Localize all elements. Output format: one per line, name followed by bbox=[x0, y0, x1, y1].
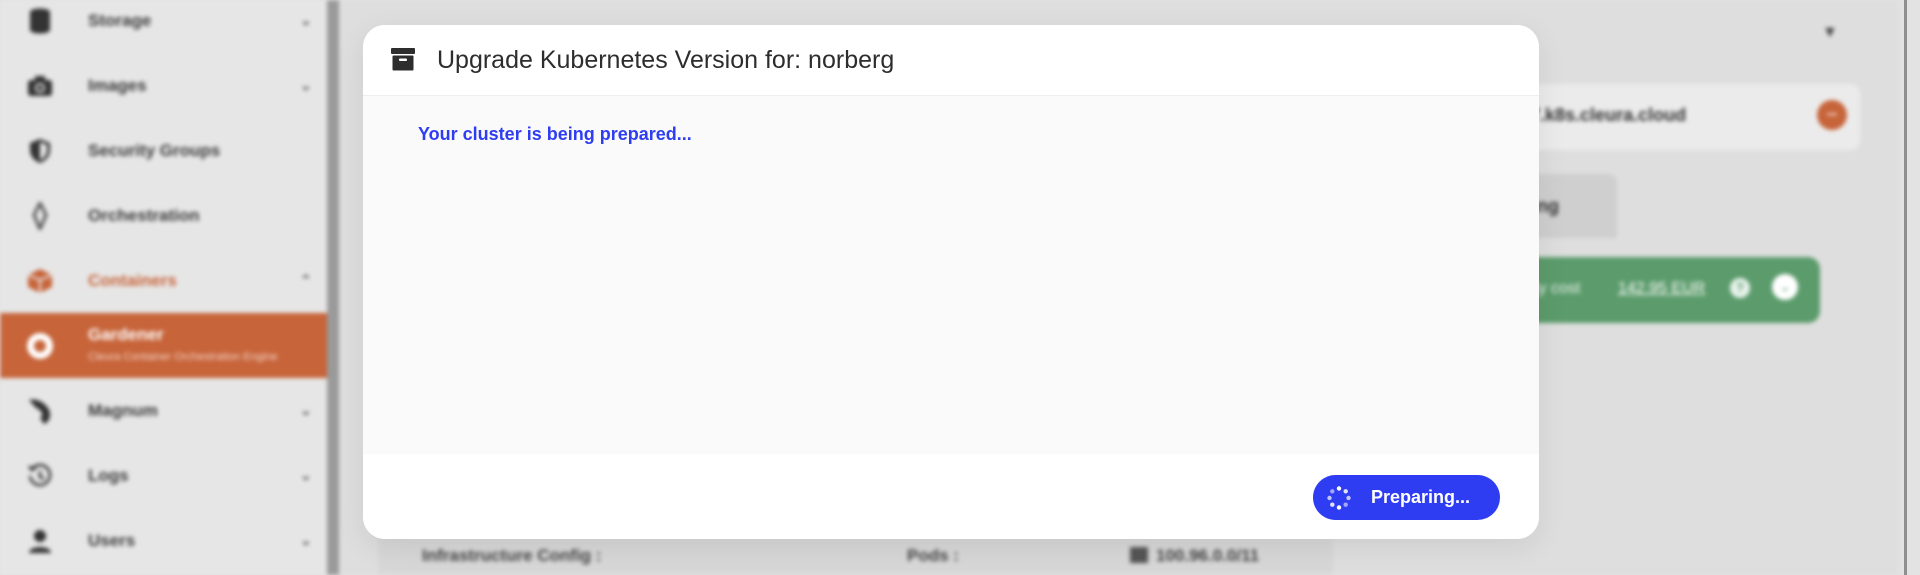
sidebar-item-label: Magnum bbox=[88, 400, 158, 420]
sidebar-item-users[interactable]: Users ⌄ bbox=[0, 508, 327, 573]
modal-body: Your cluster is being prepared... bbox=[363, 96, 1539, 454]
sidebar-item-label: Gardener bbox=[88, 325, 164, 344]
sidebar-item-magnum[interactable]: Magnum ⌄ bbox=[0, 378, 327, 443]
camera-icon bbox=[26, 72, 54, 100]
sidebar-item-label: Storage bbox=[88, 10, 152, 30]
cluster-url[interactable]: 7.k8s.cleura.cloud bbox=[1530, 105, 1686, 126]
sidebar-item-label: Containers bbox=[88, 270, 177, 290]
orchestration-icon bbox=[26, 201, 54, 230]
chevron-down-icon: ⌄ bbox=[300, 467, 312, 483]
pods-cidr-value: 100.96.0.0/11 bbox=[1156, 546, 1260, 565]
magnum-icon bbox=[26, 397, 54, 425]
infrastructure-config-label: Infrastructure Config : bbox=[422, 546, 602, 565]
shield-icon bbox=[26, 137, 54, 165]
remove-icon[interactable]: − bbox=[1817, 100, 1847, 130]
cost-value[interactable]: 142.95 EUR bbox=[1618, 280, 1705, 298]
pods-label: Pods : bbox=[907, 546, 959, 565]
pods-cidr: 100.96.0.0/11 bbox=[1130, 546, 1259, 566]
sidebar-item-logs[interactable]: Logs ⌄ bbox=[0, 443, 327, 508]
sidebar-item-label: Orchestration bbox=[88, 205, 200, 225]
help-icon[interactable]: ? bbox=[1730, 278, 1750, 298]
chevron-down-icon: ⌄ bbox=[300, 12, 312, 28]
spinner-icon bbox=[1327, 486, 1351, 510]
chevron-down-icon: ⌄ bbox=[300, 532, 312, 548]
sidebar-item-containers[interactable]: Containers ⌃ bbox=[0, 248, 327, 313]
sidebar-item-label: Images bbox=[88, 75, 147, 95]
network-icon bbox=[1130, 547, 1148, 563]
chevron-down-icon: ⌄ bbox=[300, 402, 312, 418]
preparing-button-label: Preparing... bbox=[1371, 487, 1471, 507]
modal-title: Upgrade Kubernetes Version for: norberg bbox=[437, 46, 895, 74]
cube-icon bbox=[26, 267, 54, 295]
upgrade-modal: Upgrade Kubernetes Version for: norberg … bbox=[363, 25, 1539, 539]
sidebar-item-label: Logs bbox=[88, 465, 129, 485]
gardener-icon bbox=[26, 332, 54, 360]
modal-footer: Preparing... bbox=[363, 454, 1539, 539]
preparing-button[interactable]: Preparing... bbox=[1313, 475, 1500, 520]
chevron-down-icon: ⌄ bbox=[300, 77, 312, 93]
user-icon bbox=[26, 527, 54, 555]
history-icon bbox=[26, 462, 54, 490]
sidebar-item-security-groups[interactable]: Security Groups bbox=[0, 118, 327, 183]
sidebar-item-orchestration[interactable]: Orchestration bbox=[0, 183, 327, 248]
database-icon bbox=[26, 7, 54, 35]
sidebar-item-sublabel: Cleura Container Orchestration Engine bbox=[88, 351, 278, 363]
modal-header: Upgrade Kubernetes Version for: norberg bbox=[363, 25, 1539, 96]
archive-icon bbox=[391, 48, 415, 71]
sidebar-item-label: Security Groups bbox=[88, 140, 221, 160]
chevron-up-icon: ⌃ bbox=[300, 272, 312, 288]
sidebar: Storage ⌄ Images ⌄ Security Groups Orche… bbox=[0, 0, 327, 575]
sidebar-item-gardener[interactable]: Gardener Cleura Container Orchestration … bbox=[0, 313, 327, 378]
sidebar-divider bbox=[327, 0, 339, 575]
sidebar-item-label: Users bbox=[88, 530, 136, 550]
sidebar-item-storage[interactable]: Storage ⌄ bbox=[0, 0, 327, 53]
sidebar-item-images[interactable]: Images ⌄ bbox=[0, 53, 327, 118]
status-message: Your cluster is being prepared... bbox=[418, 124, 692, 144]
dropdown-chevron-icon[interactable]: ▼ bbox=[1822, 24, 1838, 42]
cost-label: ly cost bbox=[1535, 280, 1581, 297]
chevron-down-icon[interactable]: ⌄ bbox=[1772, 274, 1798, 300]
scrollbar[interactable] bbox=[1904, 0, 1907, 575]
